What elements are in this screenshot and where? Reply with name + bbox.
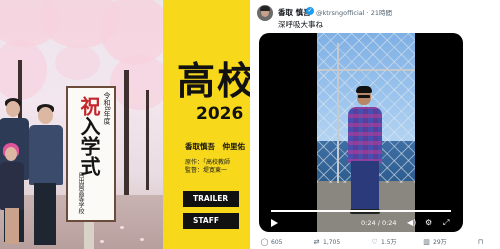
like-count: 1.5万 <box>381 239 397 246</box>
video-elapsed: 0:24 <box>361 219 376 227</box>
author-handle-and-time[interactable]: @ktrsngofficial · 21時間 <box>316 7 392 17</box>
poster-year: 2026 <box>196 104 244 124</box>
video-progress-fill <box>271 210 451 212</box>
poster-cast: 香取慎吾 仲里佑 <box>185 142 245 151</box>
blossom-cluster <box>0 40 47 100</box>
video-duration: 0:24 <box>381 219 397 227</box>
bookmark-icon: ⊓ <box>477 238 484 246</box>
reply-icon: ◯ <box>260 238 269 246</box>
sign-post <box>84 220 94 249</box>
bookmark-action[interactable]: ⊓ <box>476 238 487 247</box>
settings-icon[interactable]: ⚙ <box>425 218 432 228</box>
retweet-count: 1,705 <box>323 239 341 246</box>
poster-title: 高校 <box>177 59 258 103</box>
like-action[interactable]: ♡ 1.5万 <box>370 238 397 247</box>
man-in-purple-shirt <box>348 107 382 163</box>
video-progress-bar[interactable] <box>271 210 451 212</box>
video-frame <box>317 33 415 232</box>
entrance-ceremony-sign: 令和8年度 祝入学式 目出岡高等学校 <box>66 86 116 222</box>
tree-trunk <box>146 90 149 190</box>
sunglasses <box>358 95 370 98</box>
views-icon: ▥ <box>423 238 430 246</box>
blossom-cluster <box>55 45 100 80</box>
tweet-actions: ◯ 605 ⇄ 1,705 ♡ 1.5万 ▥ 29万 ⊓ <box>250 238 500 249</box>
video-controls: 0:24 / 0:24 ◀) ⚙ ⤢ <box>259 216 463 232</box>
sign-date: 令和8年度 <box>103 92 111 125</box>
retweet-icon: ⇄ <box>313 238 320 246</box>
avatar[interactable] <box>257 5 273 21</box>
fullscreen-icon[interactable]: ⤢ <box>443 218 449 228</box>
verified-badge-icon: ✓ <box>306 7 314 15</box>
play-icon[interactable] <box>271 219 278 227</box>
tweet-text: 深呼吸大事ね <box>278 20 323 29</box>
view-count: 29万 <box>433 239 447 246</box>
heart-icon: ♡ <box>371 238 378 246</box>
trailer-button[interactable]: TRAILER <box>183 191 239 207</box>
author-handle: @ktrsngofficial <box>316 9 365 17</box>
video-player[interactable]: 0:24 / 0:24 ◀) ⚙ ⤢ <box>259 33 463 232</box>
sign-school-name: 目出岡高等学校 <box>77 172 84 214</box>
volume-icon[interactable]: ◀) <box>407 218 416 228</box>
reply-count: 605 <box>271 239 283 246</box>
sign-title: 祝入学式 <box>72 96 101 176</box>
views-action[interactable]: ▥ 29万 <box>422 238 447 247</box>
retweet-action[interactable]: ⇄ 1,705 <box>312 238 341 247</box>
staff-button[interactable]: STAFF <box>183 213 239 229</box>
tweet-timestamp: 21時間 <box>370 9 393 17</box>
blossom-cluster <box>110 55 170 110</box>
sign-title-rest: 入学式 <box>77 116 101 176</box>
yellow-title-panel: 高校 2026 香取慎吾 仲里佑 原作：「高校教師 監督：堤寛東一 TRAILE… <box>163 0 255 249</box>
video-time: 0:24 / 0:24 <box>361 219 397 227</box>
sign-celebrate: 祝 <box>77 96 101 116</box>
tweet-card: 香取 慎吾 ✓ @ktrsngofficial · 21時間 深呼吸大事ね 0:… <box>250 0 500 249</box>
reply-action[interactable]: ◯ 605 <box>260 238 283 247</box>
poster-director-credit: 監督：堤寛東一 <box>185 167 228 174</box>
tree-trunk <box>124 70 129 195</box>
